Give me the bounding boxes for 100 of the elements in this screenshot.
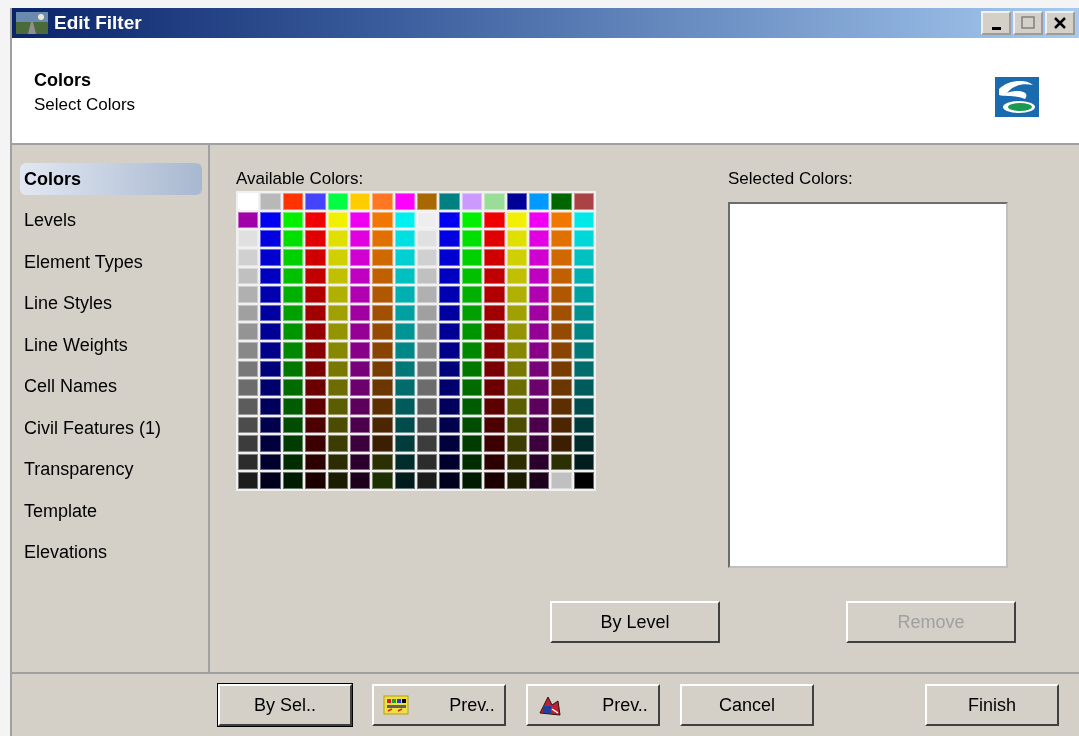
- color-swatch[interactable]: [327, 304, 348, 322]
- color-swatch[interactable]: [506, 323, 527, 340]
- color-swatch[interactable]: [394, 360, 415, 378]
- color-swatch[interactable]: [282, 230, 304, 247]
- color-swatch[interactable]: [372, 416, 393, 434]
- color-swatch[interactable]: [305, 472, 326, 489]
- color-swatch[interactable]: [439, 304, 460, 322]
- color-swatch[interactable]: [484, 453, 505, 471]
- color-swatch[interactable]: [439, 360, 460, 378]
- color-swatch[interactable]: [260, 360, 281, 378]
- color-swatch[interactable]: [394, 304, 415, 322]
- color-swatch[interactable]: [551, 286, 572, 303]
- color-swatch[interactable]: [238, 453, 259, 471]
- color-swatch[interactable]: [484, 211, 505, 229]
- color-swatch[interactable]: [551, 230, 572, 247]
- color-swatch[interactable]: [394, 472, 415, 489]
- color-swatch[interactable]: [528, 360, 550, 378]
- color-swatch[interactable]: [461, 435, 483, 452]
- color-swatch[interactable]: [484, 379, 505, 396]
- color-swatch[interactable]: [372, 248, 393, 266]
- color-swatch[interactable]: [327, 267, 348, 285]
- color-swatch[interactable]: [573, 342, 594, 359]
- color-swatch[interactable]: [260, 397, 281, 415]
- color-swatch[interactable]: [439, 193, 460, 210]
- color-swatch[interactable]: [461, 323, 483, 340]
- color-swatch[interactable]: [573, 323, 594, 340]
- color-swatch[interactable]: [573, 248, 594, 266]
- sidebar-item[interactable]: Levels: [20, 204, 202, 237]
- color-swatch[interactable]: [349, 304, 371, 322]
- color-swatch[interactable]: [506, 342, 527, 359]
- color-swatch[interactable]: [439, 416, 460, 434]
- color-swatch[interactable]: [461, 230, 483, 247]
- color-swatch[interactable]: [282, 286, 304, 303]
- color-swatch[interactable]: [573, 360, 594, 378]
- color-swatch[interactable]: [417, 379, 438, 396]
- minimize-button[interactable]: [981, 11, 1011, 35]
- color-swatch[interactable]: [327, 379, 348, 396]
- sidebar-item[interactable]: Transparency: [20, 453, 202, 486]
- color-swatch[interactable]: [238, 472, 259, 489]
- color-swatch[interactable]: [282, 435, 304, 452]
- sidebar-item[interactable]: Element Types: [20, 246, 202, 278]
- color-swatch[interactable]: [372, 472, 393, 489]
- color-swatch[interactable]: [506, 230, 527, 247]
- color-swatch[interactable]: [417, 397, 438, 415]
- color-swatch[interactable]: [439, 323, 460, 340]
- color-swatch[interactable]: [484, 323, 505, 340]
- color-swatch[interactable]: [573, 230, 594, 247]
- color-swatch[interactable]: [417, 304, 438, 322]
- color-swatch[interactable]: [528, 379, 550, 396]
- color-swatch[interactable]: [260, 379, 281, 396]
- color-swatch[interactable]: [573, 267, 594, 285]
- color-swatch[interactable]: [573, 304, 594, 322]
- color-swatch[interactable]: [305, 267, 326, 285]
- color-swatch[interactable]: [305, 286, 326, 303]
- color-swatch[interactable]: [528, 435, 550, 452]
- color-swatch[interactable]: [260, 342, 281, 359]
- color-swatch[interactable]: [506, 397, 527, 415]
- color-swatch[interactable]: [528, 248, 550, 266]
- color-swatch[interactable]: [528, 230, 550, 247]
- color-swatch[interactable]: [305, 342, 326, 359]
- color-swatch[interactable]: [260, 193, 281, 210]
- color-swatch[interactable]: [551, 435, 572, 452]
- footer-button[interactable]: Prev..: [372, 684, 506, 726]
- color-swatch[interactable]: [439, 435, 460, 452]
- color-swatch[interactable]: [238, 360, 259, 378]
- color-swatch[interactable]: [238, 248, 259, 266]
- color-swatch[interactable]: [573, 435, 594, 452]
- color-swatch[interactable]: [506, 286, 527, 303]
- color-swatch[interactable]: [461, 248, 483, 266]
- color-swatch[interactable]: [506, 435, 527, 452]
- color-swatch[interactable]: [260, 323, 281, 340]
- color-swatch[interactable]: [327, 416, 348, 434]
- color-swatch[interactable]: [282, 248, 304, 266]
- color-swatch[interactable]: [282, 211, 304, 229]
- color-swatch[interactable]: [528, 397, 550, 415]
- color-swatch[interactable]: [417, 193, 438, 210]
- color-swatch[interactable]: [372, 193, 393, 210]
- color-swatch[interactable]: [461, 286, 483, 303]
- color-swatch[interactable]: [349, 211, 371, 229]
- color-swatch[interactable]: [551, 360, 572, 378]
- sidebar-item[interactable]: Colors: [20, 163, 202, 195]
- color-swatch[interactable]: [238, 435, 259, 452]
- color-swatch[interactable]: [484, 193, 505, 210]
- color-swatch[interactable]: [327, 342, 348, 359]
- color-swatch[interactable]: [417, 248, 438, 266]
- color-swatch[interactable]: [260, 248, 281, 266]
- color-swatch[interactable]: [484, 435, 505, 452]
- color-swatch[interactable]: [372, 286, 393, 303]
- color-swatch[interactable]: [238, 267, 259, 285]
- sidebar-item[interactable]: Line Styles: [20, 287, 202, 320]
- color-swatch[interactable]: [417, 211, 438, 229]
- color-swatch[interactable]: [484, 286, 505, 303]
- color-swatch[interactable]: [238, 286, 259, 303]
- color-swatch[interactable]: [238, 211, 259, 229]
- color-swatch[interactable]: [260, 416, 281, 434]
- color-swatch[interactable]: [394, 397, 415, 415]
- color-swatch[interactable]: [282, 472, 304, 489]
- color-swatch[interactable]: [506, 416, 527, 434]
- color-swatch[interactable]: [305, 323, 326, 340]
- color-swatch[interactable]: [461, 397, 483, 415]
